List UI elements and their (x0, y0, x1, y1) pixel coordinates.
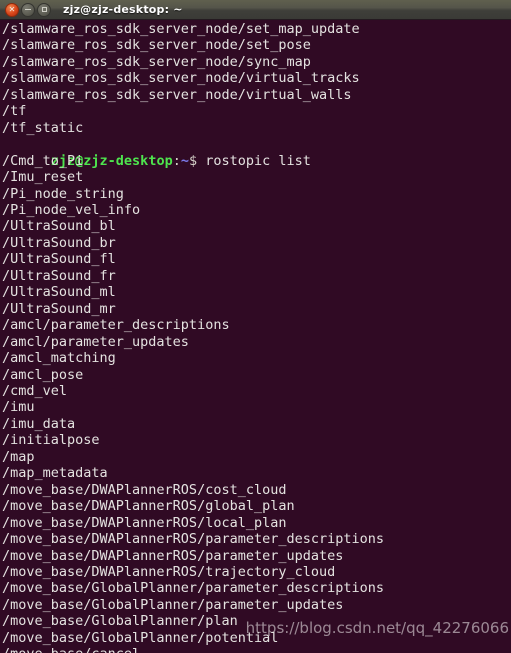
terminal-line: /amcl_pose (2, 366, 84, 383)
terminal-line: /move_base/DWAPlannerROS/parameter_updat… (2, 547, 344, 564)
terminal-line: /move_base/DWAPlannerROS/trajectory_clou… (2, 563, 336, 580)
prompt-command: rostopic list (197, 152, 311, 169)
terminal-line: /Pi_node_vel_info (2, 201, 141, 218)
close-icon[interactable]: ✕ (5, 2, 19, 17)
window-title: zjz@zjz-desktop: ~ (63, 3, 183, 16)
terminal-line: /map_metadata (2, 465, 108, 482)
terminal-line: /UltraSound_ml (2, 284, 116, 301)
terminal-line: /move_base/GlobalPlanner/parameter_descr… (2, 580, 385, 597)
terminal-window: ✕ zjz@zjz-desktop: ~ /slamware_ros_sdk_s… (0, 0, 511, 653)
output-block-before-prompt: /slamware_ros_sdk_server_node/set_map_up… (1, 21, 511, 136)
terminal-line: /tf_static (2, 119, 84, 136)
terminal-line: /map (2, 448, 35, 465)
terminal-line: /amcl/parameter_updates (2, 333, 189, 350)
terminal-line: /tf (2, 103, 27, 120)
terminal-output-area[interactable]: /slamware_ros_sdk_server_node/set_map_up… (0, 20, 511, 653)
terminal-line: /slamware_ros_sdk_server_node/virtual_wa… (2, 86, 352, 103)
prompt-separator: : (172, 152, 181, 169)
terminal-line: /slamware_ros_sdk_server_node/virtual_tr… (2, 70, 360, 87)
prompt-path: ~ (180, 152, 189, 169)
window-controls: ✕ (5, 2, 51, 17)
terminal-line: /amcl/parameter_descriptions (2, 317, 230, 334)
maximize-icon[interactable] (37, 2, 51, 17)
terminal-line: /amcl_matching (2, 350, 116, 367)
terminal-line: /move_base/DWAPlannerROS/local_plan (2, 514, 287, 531)
terminal-line: /UltraSound_fr (2, 267, 116, 284)
terminal-line: /move_base/DWAPlannerROS/cost_cloud (2, 481, 287, 498)
minimize-icon[interactable] (21, 2, 35, 17)
prompt-symbol: $ (188, 152, 198, 169)
terminal-line: /UltraSound_fl (2, 251, 116, 268)
terminal-line: /Pi_node_string (2, 185, 124, 202)
terminal-line: /move_base/GlobalPlanner/potential (2, 629, 279, 646)
terminal-line: /move_base/cancel (1, 646, 511, 653)
window-titlebar[interactable]: ✕ zjz@zjz-desktop: ~ (0, 0, 511, 20)
terminal-line: /move_base/DWAPlannerROS/global_plan (2, 498, 295, 515)
terminal-line: /initialpose (2, 432, 100, 449)
terminal-line: /slamware_ros_sdk_server_node/set_pose (2, 37, 311, 54)
terminal-line: /UltraSound_br (2, 234, 116, 251)
terminal-line: /imu (2, 399, 35, 416)
terminal-line: /cmd_vel (2, 382, 68, 399)
terminal-line: /move_base/GlobalPlanner/parameter_updat… (2, 596, 344, 613)
terminal-line: /UltraSound_mr (2, 300, 116, 317)
terminal-line: /slamware_ros_sdk_server_node/set_map_up… (2, 21, 360, 37)
output-block-after-prompt: /Cmd_to_Pi/Imu_reset/Pi_node_string/Pi_n… (1, 153, 511, 653)
terminal-line: /move_base/GlobalPlanner/plan (2, 613, 238, 630)
terminal-line: /UltraSound_bl (2, 218, 116, 235)
terminal-line: /slamware_ros_sdk_server_node/sync_map (2, 53, 311, 70)
prompt-line: zjz@zjz-desktop:~$ rostopic list (1, 136, 511, 169)
terminal-line: /imu_data (2, 415, 76, 432)
terminal-line: /Imu_reset (2, 169, 84, 186)
terminal-line: /move_base/DWAPlannerROS/parameter_descr… (2, 531, 385, 548)
